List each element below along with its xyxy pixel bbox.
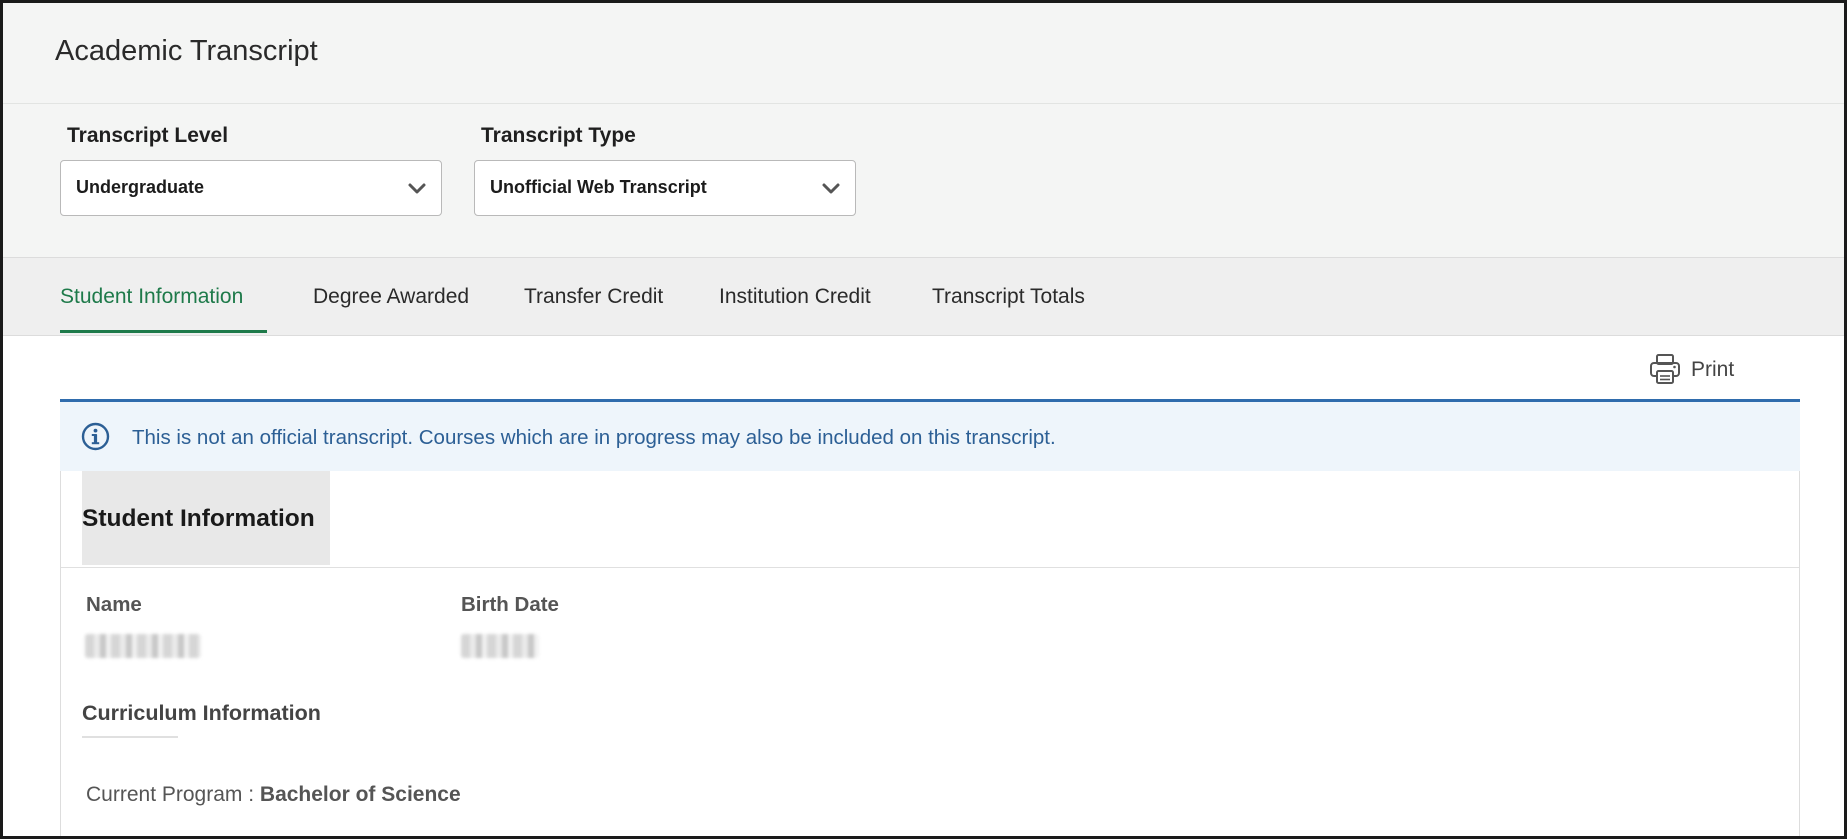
birth-date-label: Birth Date	[461, 593, 559, 616]
current-program: Current Program : Bachelor of Science	[86, 783, 461, 807]
curriculum-underline	[82, 736, 178, 738]
transcript-type-value: Unofficial Web Transcript	[490, 177, 707, 197]
curriculum-heading: Curriculum Information	[82, 701, 321, 725]
tab-student-information[interactable]: Student Information	[60, 285, 243, 309]
section-header: Student Information	[82, 471, 330, 565]
page-header: Academic Transcript	[3, 3, 1844, 104]
tab-institution-credit[interactable]: Institution Credit	[719, 285, 871, 309]
student-information-panel: Student Information Name Birth Date Curr…	[60, 471, 1800, 836]
print-button[interactable]: Print	[1648, 352, 1778, 386]
transcript-type-label: Transcript Type	[481, 124, 636, 147]
transcript-type-field: Transcript Type Unofficial Web Transcrip…	[474, 124, 856, 216]
transcript-filters: Transcript Level Undergraduate Transcrip…	[3, 104, 1844, 258]
current-program-value: Bachelor of Science	[259, 783, 461, 806]
info-icon	[81, 422, 110, 451]
app-frame: Academic Transcript Transcript Level Und…	[0, 0, 1847, 839]
current-program-label: Current Program :	[86, 783, 255, 806]
birth-date-value-redacted	[461, 634, 539, 658]
print-label: Print	[1691, 358, 1735, 381]
page-title: Academic Transcript	[55, 35, 318, 67]
printer-icon	[1650, 354, 1680, 384]
notice-text: This is not an official transcript. Cour…	[132, 426, 1056, 449]
tab-transfer-credit[interactable]: Transfer Credit	[524, 285, 663, 309]
tab-transcript-totals[interactable]: Transcript Totals	[932, 285, 1085, 309]
chevron-down-icon	[822, 183, 840, 194]
transcript-level-label: Transcript Level	[67, 124, 229, 147]
transcript-tabs: Student Information Degree Awarded Trans…	[3, 258, 1844, 336]
transcript-level-select[interactable]: Undergraduate	[60, 160, 442, 216]
name-value-redacted	[85, 634, 201, 658]
info-notice: This is not an official transcript. Cour…	[60, 402, 1800, 471]
transcript-level-value: Undergraduate	[76, 177, 205, 197]
divider	[61, 567, 1799, 568]
tab-degree-awarded[interactable]: Degree Awarded	[313, 285, 469, 309]
transcript-content: This is not an official transcript. Cour…	[60, 399, 1800, 836]
transcript-type-select[interactable]: Unofficial Web Transcript	[474, 160, 856, 216]
active-tab-indicator	[60, 330, 267, 333]
transcript-level-field: Transcript Level Undergraduate	[60, 124, 442, 216]
section-title: Student Information	[82, 505, 315, 532]
chevron-down-icon	[408, 183, 426, 194]
name-label: Name	[86, 593, 142, 616]
